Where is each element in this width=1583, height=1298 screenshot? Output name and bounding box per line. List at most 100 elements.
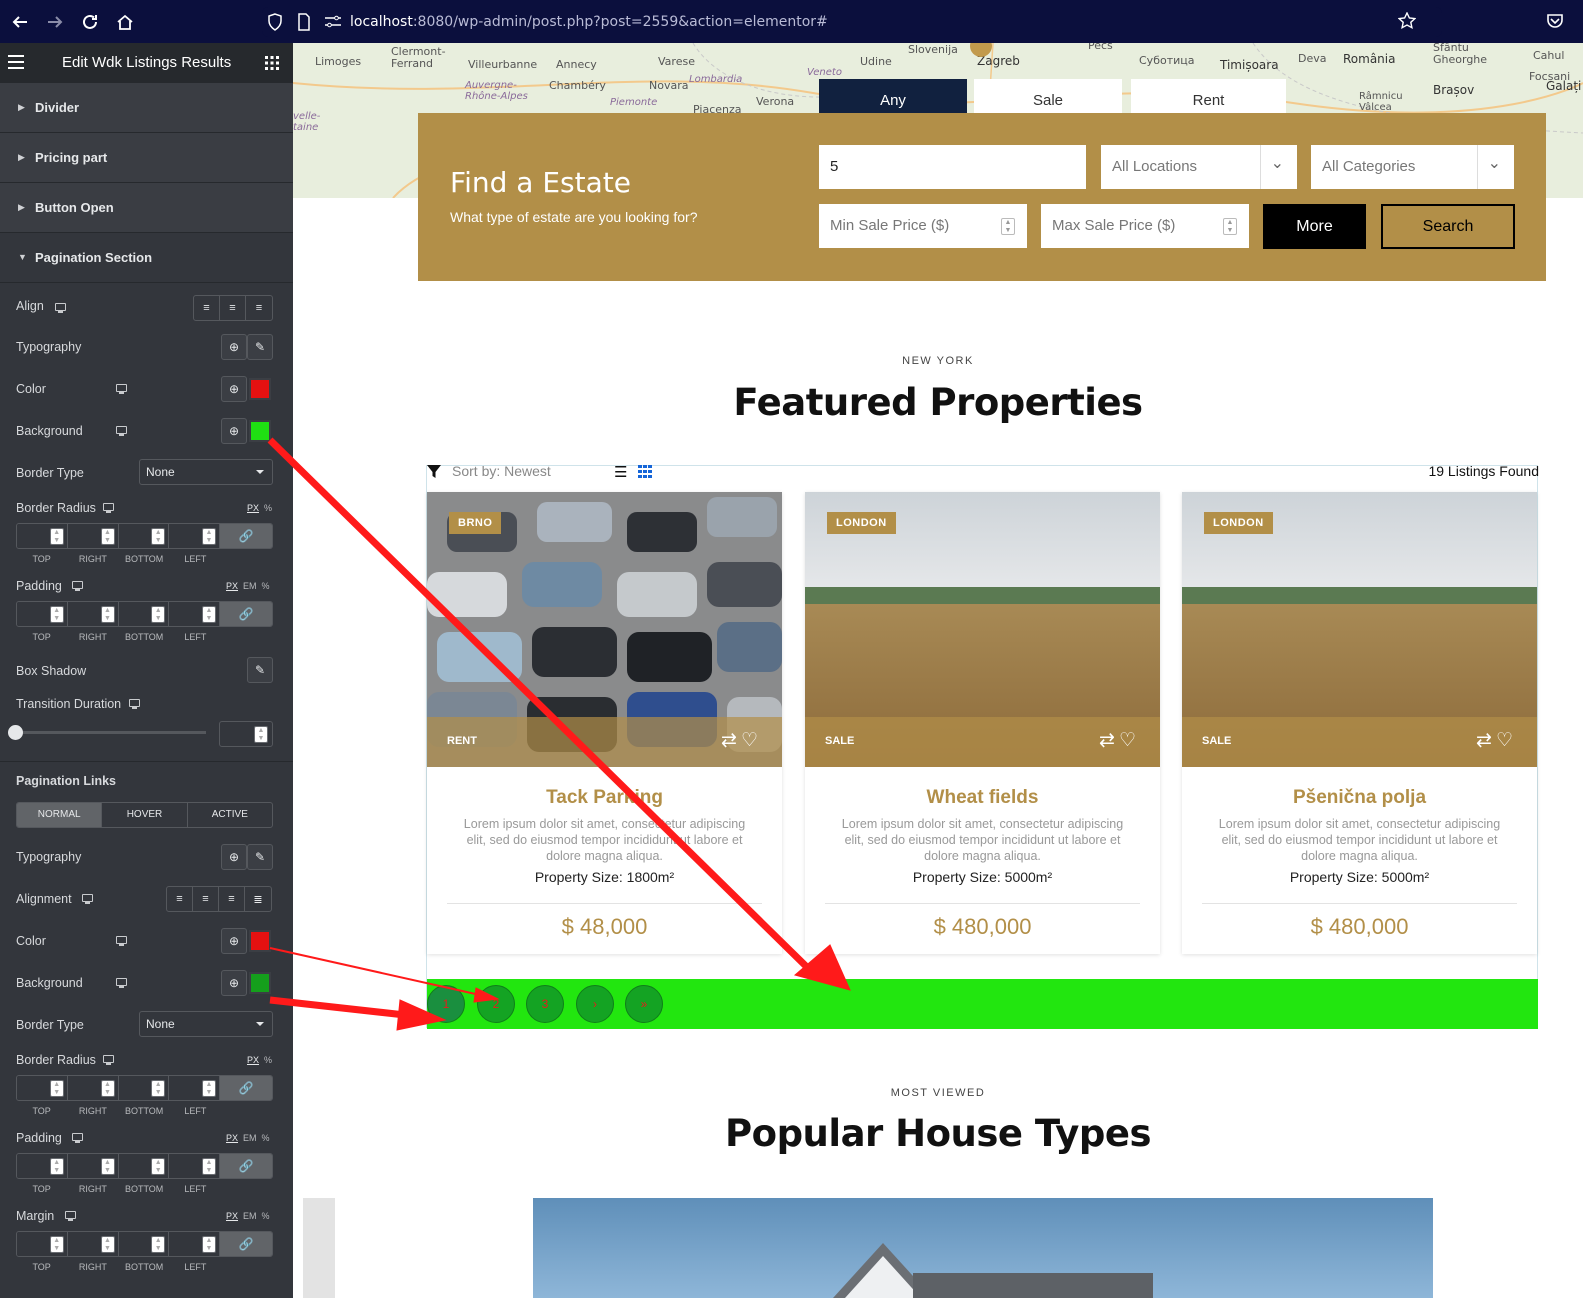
right-input[interactable]: ▲ ▼ (67, 602, 119, 626)
responsive-monitor-icon[interactable] (116, 384, 127, 394)
bottom-input[interactable]: ▲ ▼ (118, 1076, 170, 1100)
forward-icon[interactable] (43, 10, 67, 34)
listing-card[interactable]: LONDON SALE ⇄♡ Wheat fields Lorem ipsum … (805, 492, 1160, 954)
reload-icon[interactable] (78, 10, 102, 34)
list-view-icon[interactable]: ☰ (614, 463, 627, 481)
background-swatch[interactable] (249, 420, 271, 442)
categories-select[interactable]: All Categories (1311, 145, 1514, 189)
align-right-icon[interactable]: ≡ (219, 887, 245, 911)
top-input[interactable]: ▲ ▼ (17, 602, 68, 626)
background-swatch[interactable] (249, 972, 271, 994)
align-center-icon[interactable]: ≡ (193, 887, 219, 911)
pencil-icon[interactable]: ✎ (247, 844, 273, 870)
next-page-link[interactable]: › (576, 985, 614, 1023)
border-type-select[interactable]: None (139, 1011, 273, 1037)
pocket-icon[interactable] (1546, 12, 1564, 35)
bottom-input[interactable]: ▲ ▼ (118, 602, 170, 626)
pencil-icon[interactable]: ✎ (247, 657, 273, 683)
section-button-open[interactable]: ▶ Button Open (0, 183, 293, 233)
left-input[interactable]: ▲ ▼ (169, 1232, 220, 1256)
globe-icon[interactable]: ⊕ (221, 418, 247, 444)
tab-hover[interactable]: HOVER (102, 803, 188, 827)
align-left-icon[interactable]: ≡ (167, 887, 193, 911)
globe-icon[interactable]: ⊕ (221, 928, 247, 954)
globe-icon[interactable]: ⊕ (221, 970, 247, 996)
compare-icon[interactable]: ⇄ (1476, 730, 1496, 751)
responsive-monitor-icon[interactable] (116, 936, 127, 946)
bottom-input[interactable]: ▲ ▼ (118, 1154, 170, 1178)
listing-title[interactable]: Tack Parking (427, 787, 782, 809)
right-input[interactable]: ▲ ▼ (67, 1154, 119, 1178)
top-input[interactable]: ▲ ▼ (17, 524, 68, 548)
align-left-icon[interactable]: ≡ (194, 296, 220, 320)
hamburger-icon[interactable] (8, 55, 24, 74)
color-swatch[interactable] (249, 930, 271, 952)
globe-icon[interactable]: ⊕ (221, 844, 247, 870)
heart-icon[interactable]: ♡ (741, 730, 762, 751)
slider-handle[interactable] (8, 725, 23, 740)
listing-card[interactable]: BRNO RENT ⇄♡ Tack Parking Lorem ipsum do… (427, 492, 782, 954)
keyword-input[interactable]: 5 (819, 145, 1086, 189)
heart-icon[interactable]: ♡ (1496, 730, 1517, 751)
left-input[interactable]: ▲ ▼ (169, 602, 220, 626)
max-price-input[interactable]: Max Sale Price ($) ▲ ▼ (1041, 204, 1249, 248)
page-2-link[interactable]: 2 (477, 985, 515, 1023)
stepper-icon[interactable]: ▲ ▼ (1001, 218, 1015, 235)
listing-title[interactable]: Wheat fields (805, 787, 1160, 809)
section-divider[interactable]: ▶ Divider (0, 83, 293, 133)
section-pagination[interactable]: ▼ Pagination Section (0, 233, 293, 283)
section-pricing-part[interactable]: ▶ Pricing part (0, 133, 293, 183)
right-input[interactable]: ▲ ▼ (67, 1076, 119, 1100)
globe-icon[interactable]: ⊕ (221, 334, 247, 360)
responsive-monitor-icon[interactable] (116, 426, 127, 436)
house-image[interactable] (533, 1198, 1433, 1298)
page-1-link[interactable]: 1 (427, 985, 465, 1023)
left-input[interactable]: ▲ ▼ (169, 1154, 220, 1178)
site-settings-icon[interactable] (324, 15, 342, 34)
top-input[interactable]: ▲ ▼ (17, 1232, 68, 1256)
widgets-grid-icon[interactable] (265, 56, 279, 75)
top-input[interactable]: ▲ ▼ (17, 1076, 68, 1100)
responsive-monitor-icon[interactable] (65, 1211, 76, 1221)
locations-select[interactable]: All Locations (1101, 145, 1297, 189)
responsive-monitor-icon[interactable] (129, 699, 140, 709)
pencil-icon[interactable]: ✎ (247, 334, 273, 360)
star-icon[interactable] (1397, 11, 1417, 35)
link-icon[interactable]: 🔗 (220, 1154, 272, 1178)
bottom-input[interactable]: ▲ ▼ (118, 524, 170, 548)
min-price-input[interactable]: Min Sale Price ($) ▲ ▼ (819, 204, 1027, 248)
responsive-monitor-icon[interactable] (103, 1055, 114, 1065)
link-icon[interactable]: 🔗 (220, 1232, 272, 1256)
heart-icon[interactable]: ♡ (1119, 730, 1140, 751)
color-swatch[interactable] (249, 378, 271, 400)
tab-active[interactable]: ACTIVE (188, 803, 272, 827)
stepper-icon[interactable]: ▲ ▼ (1223, 218, 1237, 235)
grid-view-icon[interactable] (638, 465, 652, 481)
link-icon[interactable]: 🔗 (220, 524, 272, 548)
align-justify-icon[interactable]: ≣ (245, 887, 271, 911)
slider-track[interactable] (16, 731, 206, 734)
top-input[interactable]: ▲ ▼ (17, 1154, 68, 1178)
home-icon[interactable] (113, 10, 137, 34)
responsive-monitor-icon[interactable] (103, 503, 114, 513)
sort-dropdown[interactable]: Sort by: Newest (452, 463, 551, 479)
transition-input[interactable]: ▲ ▼ (219, 721, 273, 747)
link-icon[interactable]: 🔗 (220, 1076, 272, 1100)
left-input[interactable]: ▲ ▼ (169, 524, 220, 548)
right-input[interactable]: ▲ ▼ (67, 1232, 119, 1256)
border-type-select[interactable]: None (139, 459, 273, 485)
back-icon[interactable] (8, 10, 32, 34)
listing-title[interactable]: Pšenična polja (1182, 787, 1537, 809)
responsive-monitor-icon[interactable] (72, 1133, 83, 1143)
right-input[interactable]: ▲ ▼ (67, 524, 119, 548)
responsive-monitor-icon[interactable] (55, 303, 66, 313)
compare-icon[interactable]: ⇄ (1099, 730, 1119, 751)
more-button[interactable]: More (1263, 204, 1366, 249)
listing-card[interactable]: LONDON SALE ⇄♡ Pšenična polja Lorem ipsu… (1182, 492, 1537, 954)
responsive-monitor-icon[interactable] (116, 978, 127, 988)
address-bar[interactable]: localhost:8080/wp-admin/post.php?post=25… (262, 7, 1442, 37)
responsive-monitor-icon[interactable] (82, 894, 93, 904)
left-input[interactable]: ▲ ▼ (169, 1076, 220, 1100)
responsive-monitor-icon[interactable] (72, 581, 83, 591)
page-3-link[interactable]: 3 (526, 985, 564, 1023)
